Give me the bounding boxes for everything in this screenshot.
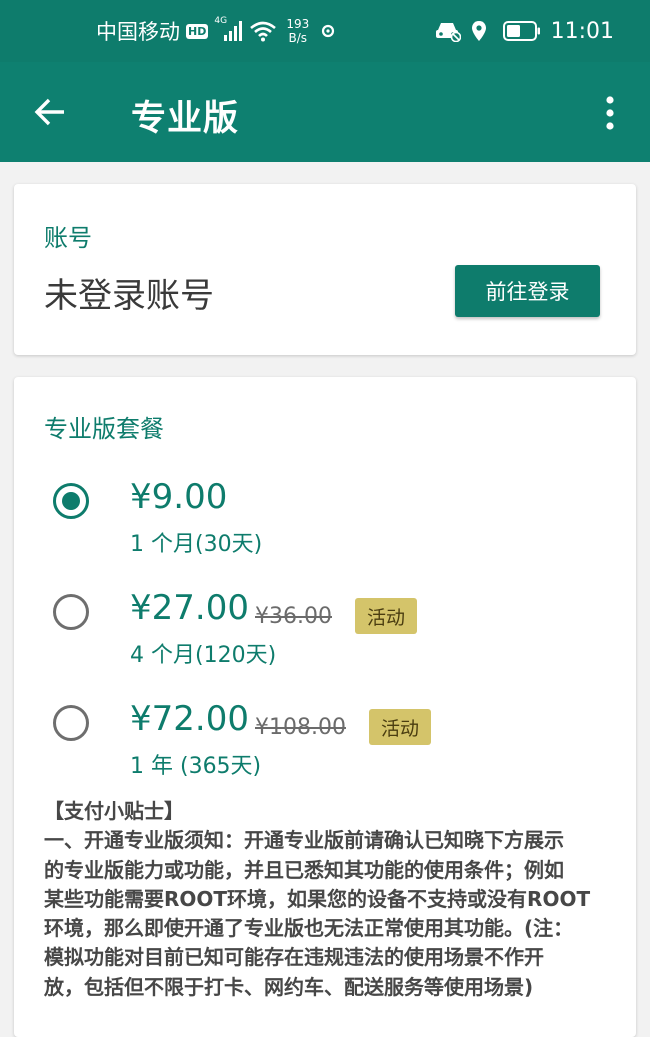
signal-icon: 4G	[214, 16, 244, 42]
net-speed-unit: B/s	[288, 31, 308, 45]
plan-original-price: ¥36.00	[255, 604, 332, 629]
wifi-icon	[250, 20, 277, 42]
promo-badge: 活动	[355, 598, 418, 634]
tips-line: 模拟功能对目前已知可能存在违规违法的使用场景不作开	[44, 945, 544, 970]
plan-duration: 1 个月(30天)	[130, 532, 263, 557]
hd-badge: HD	[186, 23, 209, 39]
car-icon	[435, 20, 461, 42]
account-card: 账号 未登录账号 前往登录	[14, 184, 636, 355]
tips-line: 一、开通专业版须知：开通专业版前请确认已知晓下方展示	[44, 828, 564, 853]
page-title: 专业版	[131, 99, 240, 139]
settings-gear-icon	[321, 24, 335, 38]
plan-original-price: ¥108.00	[255, 715, 346, 740]
plan-price: ¥27.00	[130, 588, 249, 628]
plans-section-label: 专业版套餐	[44, 415, 164, 443]
location-icon	[471, 20, 487, 42]
tips-line: 放，包括但不限于打卡、网约车、配送服务等使用场景)	[44, 974, 534, 999]
tips-line: 环境，那么即使开通了专业版也无法正常使用其功能。(注：	[44, 916, 574, 941]
plan-price: ¥9.00	[130, 477, 228, 517]
radio-selected-dot	[62, 492, 80, 510]
payment-tips: 【支付小贴士】 一、开通专业版须知：开通专业版前请确认已知晓下方展示 的专业版能…	[44, 797, 626, 1002]
app-bar: 专业版	[0, 62, 650, 162]
account-section-label: 账号	[44, 224, 92, 252]
status-left: 中国移动 HD 4G 193 B/s	[96, 14, 335, 48]
more-options-button[interactable]	[590, 88, 630, 138]
status-bar: 中国移动 HD 4G 193 B/s 11:01	[0, 0, 650, 62]
plan-duration: 4 个月(120天)	[130, 643, 277, 668]
promo-badge: 活动	[369, 709, 432, 745]
network-type: 4G	[214, 16, 228, 26]
net-speed: 193 B/s	[286, 17, 309, 45]
plan-duration: 1 年 (365天)	[130, 754, 262, 779]
login-button[interactable]: 前往登录	[455, 265, 600, 317]
plan-price: ¥72.00	[130, 699, 249, 739]
back-arrow-icon	[34, 98, 66, 126]
radio-button[interactable]	[53, 594, 89, 630]
back-button[interactable]	[22, 84, 78, 140]
radio-button[interactable]	[53, 705, 89, 741]
net-speed-value: 193	[286, 17, 310, 31]
plan-option-quarterly[interactable]: ¥27.00 ¥36.00 活动 4 个月(120天)	[14, 588, 636, 688]
more-vert-icon	[606, 96, 614, 130]
battery-icon	[502, 21, 541, 41]
plan-option-monthly[interactable]: ¥9.00 1 个月(30天)	[14, 477, 636, 577]
tips-line: 的专业版能力或功能，并且已悉知其功能的使用条件；例如	[44, 857, 564, 882]
account-status: 未登录账号	[44, 276, 214, 316]
tips-line: 某些功能需要ROOT环境，如果您的设备不支持或没有ROOT	[44, 886, 591, 911]
tips-title: 【支付小贴士】	[44, 799, 184, 823]
status-right: 11:01	[435, 14, 614, 48]
plan-option-yearly[interactable]: ¥72.00 ¥108.00 活动 1 年 (365天)	[14, 699, 636, 799]
radio-button[interactable]	[53, 483, 89, 519]
clock: 11:01	[550, 18, 614, 44]
carrier-name: 中国移动	[96, 20, 180, 44]
plans-card: 专业版套餐 ¥9.00 1 个月(30天) ¥27.00 ¥36.00 活动 4…	[14, 377, 636, 1037]
